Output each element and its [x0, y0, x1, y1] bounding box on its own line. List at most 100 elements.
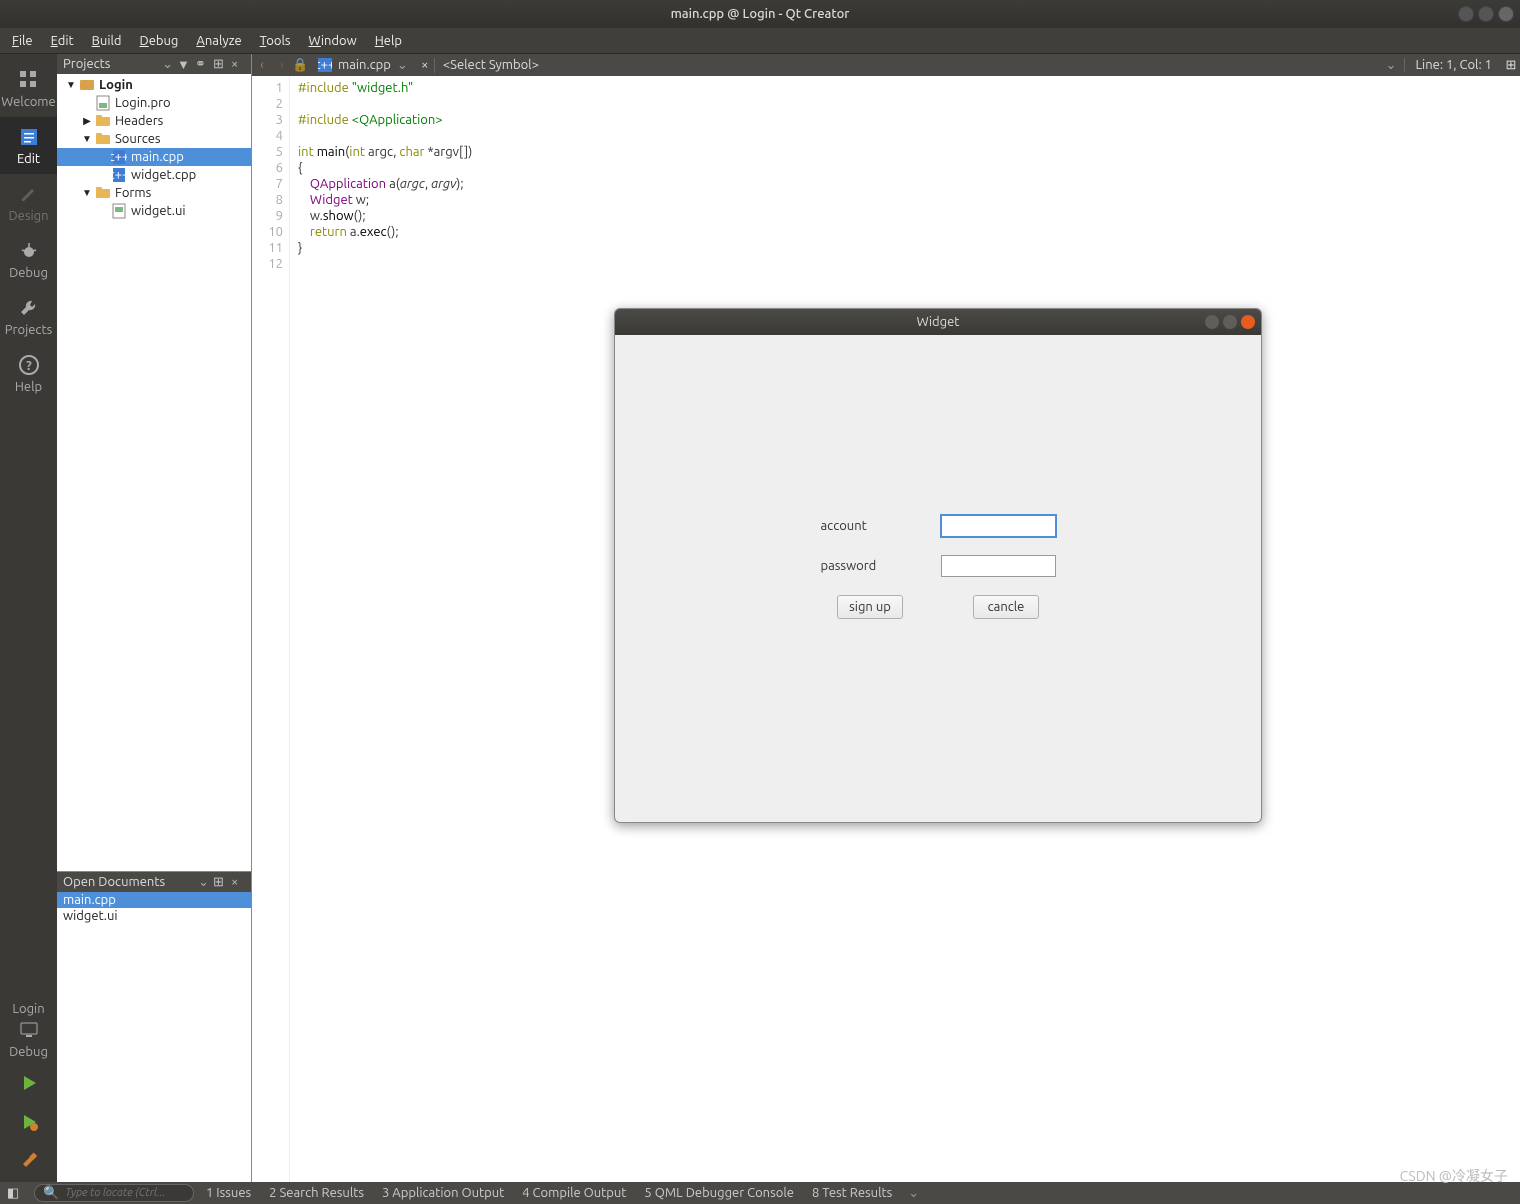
widget-maximize-icon[interactable] — [1223, 315, 1237, 329]
mode-projects[interactable]: Projects — [0, 288, 57, 345]
widget-close-icon[interactable] — [1241, 315, 1255, 329]
window-titlebar: main.cpp @ Login - Qt Creator — [0, 0, 1520, 28]
tree-row[interactable]: ▼Sources — [57, 130, 251, 148]
tree-row[interactable]: Login.pro — [57, 94, 251, 112]
split-icon[interactable]: ⊞ — [213, 57, 227, 71]
menu-help[interactable]: Help — [367, 31, 410, 51]
sidebar-toggle-icon[interactable]: ◧ — [4, 1184, 22, 1202]
tree-label: Headers — [115, 114, 163, 128]
expander-icon[interactable] — [97, 169, 109, 181]
lock-icon[interactable]: 🔒 — [292, 58, 310, 73]
left-panel: Projects ⌄ ▼ ⚭ ⊞ × ▼LoginLogin.pro ▶ Heade… — [57, 54, 252, 1182]
open-docs-header: Open Documents ⌄ ⊞ × — [57, 872, 251, 892]
tree-row[interactable]: ▶ Headers — [57, 112, 251, 130]
filter-icon[interactable]: ▼ — [177, 57, 191, 71]
editor-file-name: main.cpp — [338, 58, 391, 72]
password-label: password — [821, 559, 901, 573]
folder-icon — [95, 185, 111, 201]
tab-close-icon[interactable]: × — [416, 58, 434, 72]
expander-icon[interactable]: ▼ — [81, 133, 93, 145]
svg-text:c++: c++ — [318, 58, 332, 72]
build-button[interactable] — [0, 1143, 57, 1182]
tree-row[interactable]: c++widget.cpp — [57, 166, 251, 184]
mode-design[interactable]: Design — [0, 174, 57, 231]
mode-welcome[interactable]: Welcome — [0, 60, 57, 117]
grid-icon — [17, 68, 41, 92]
svg-text:c++: c++ — [111, 150, 127, 164]
cancel-button[interactable]: cancle — [973, 595, 1039, 619]
signup-button[interactable]: sign up — [837, 595, 903, 619]
output-tab[interactable]: 8 Test Results — [812, 1186, 892, 1200]
menu-edit[interactable]: Edit — [43, 31, 82, 51]
tree-row[interactable]: widget.ui — [57, 202, 251, 220]
nav-back-icon[interactable]: ‹ — [252, 58, 272, 72]
maximize-icon[interactable] — [1478, 6, 1494, 22]
minimize-icon[interactable] — [1458, 6, 1474, 22]
mode-edit[interactable]: Edit — [0, 117, 57, 174]
link-icon[interactable]: ⚭ — [195, 57, 209, 71]
close-icon[interactable] — [1498, 6, 1514, 22]
expander-icon[interactable]: ▼ — [65, 79, 77, 91]
editor-split-icon[interactable]: ⊞ — [1502, 58, 1520, 73]
output-tab[interactable]: 4 Compile Output — [522, 1186, 626, 1200]
tree-row[interactable]: c++main.cpp — [57, 148, 251, 166]
ui-icon — [111, 203, 127, 219]
kit-label: Login — [12, 1002, 44, 1016]
kit-selector[interactable]: Login Debug — [0, 996, 57, 1065]
split-icon[interactable]: ⊞ — [213, 875, 227, 889]
password-input[interactable] — [941, 555, 1056, 577]
projects-panel-header: Projects ⌄ ▼ ⚭ ⊞ × — [57, 54, 251, 74]
menu-tools[interactable]: Tools — [252, 31, 299, 51]
search-icon: 🔍 — [43, 1186, 59, 1201]
cursor-position[interactable]: Line: 1, Col: 1 — [1404, 58, 1502, 72]
code-editor[interactable]: 123456789101112 #include "widget.h"#incl… — [252, 76, 1520, 1182]
editor-area: ‹ › 🔒 c++ main.cpp ⌄ × <Select Symbol> ⌄… — [252, 54, 1520, 1182]
run-debug-button[interactable] — [0, 1104, 57, 1143]
expander-icon[interactable]: ▶ — [81, 115, 93, 127]
mode-label: Edit — [17, 152, 40, 166]
mode-debug[interactable]: Debug — [0, 231, 57, 288]
menu-window[interactable]: Window — [301, 31, 365, 51]
locator-input[interactable] — [65, 1187, 185, 1199]
menu-build[interactable]: Build — [84, 31, 130, 51]
open-doc-row[interactable]: main.cpp — [57, 892, 251, 908]
folder-icon — [95, 131, 111, 147]
expander-icon[interactable] — [81, 97, 93, 109]
account-label: account — [821, 519, 901, 533]
editor-file-selector[interactable]: c++ main.cpp ⌄ — [310, 58, 416, 73]
symbol-selector[interactable]: <Select Symbol> ⌄ — [434, 58, 1405, 73]
locator[interactable]: 🔍 — [34, 1184, 194, 1202]
tree-row[interactable]: ▼Forms — [57, 184, 251, 202]
expander-icon[interactable]: ▼ — [81, 187, 93, 199]
svg-text:c++: c++ — [111, 168, 127, 182]
menu-file[interactable]: File — [4, 31, 41, 51]
mode-help[interactable]: ? Help — [0, 345, 57, 402]
widget-title: Widget — [917, 315, 960, 329]
panel-close-icon[interactable]: × — [231, 57, 245, 71]
open-doc-row[interactable]: widget.ui — [57, 908, 251, 924]
output-tab[interactable]: 5 QML Debugger Console — [644, 1186, 794, 1200]
window-controls — [1458, 6, 1514, 22]
cpp-file-icon: c++ — [318, 58, 332, 72]
menu-analyze[interactable]: Analyze — [188, 31, 249, 51]
symbol-selector-text: <Select Symbol> — [443, 58, 539, 72]
output-tab[interactable]: 1 Issues — [206, 1186, 251, 1200]
output-tab[interactable]: 3 Application Output — [382, 1186, 504, 1200]
edit-icon — [17, 125, 41, 149]
menu-debug[interactable]: Debug — [132, 31, 187, 51]
run-button[interactable] — [0, 1065, 57, 1104]
projects-panel-title: Projects — [63, 57, 162, 71]
widget-minimize-icon[interactable] — [1205, 315, 1219, 329]
account-input[interactable] — [941, 515, 1056, 537]
nav-forward-icon[interactable]: › — [272, 58, 292, 72]
chevron-icon[interactable]: ⌄ — [908, 1186, 919, 1201]
tree-row[interactable]: ▼Login — [57, 76, 251, 94]
expander-icon[interactable] — [97, 151, 109, 163]
menu-bar: File Edit Build Debug Analyze Tools Wind… — [0, 28, 1520, 54]
expander-icon[interactable] — [97, 205, 109, 217]
mode-sidebar: Welcome Edit Design Debug Projects ? Hel… — [0, 54, 57, 1182]
widget-titlebar[interactable]: Widget — [615, 309, 1261, 335]
output-tab[interactable]: 2 Search Results — [269, 1186, 364, 1200]
panel-close-icon[interactable]: × — [231, 875, 245, 889]
hammer-icon — [17, 1149, 41, 1173]
